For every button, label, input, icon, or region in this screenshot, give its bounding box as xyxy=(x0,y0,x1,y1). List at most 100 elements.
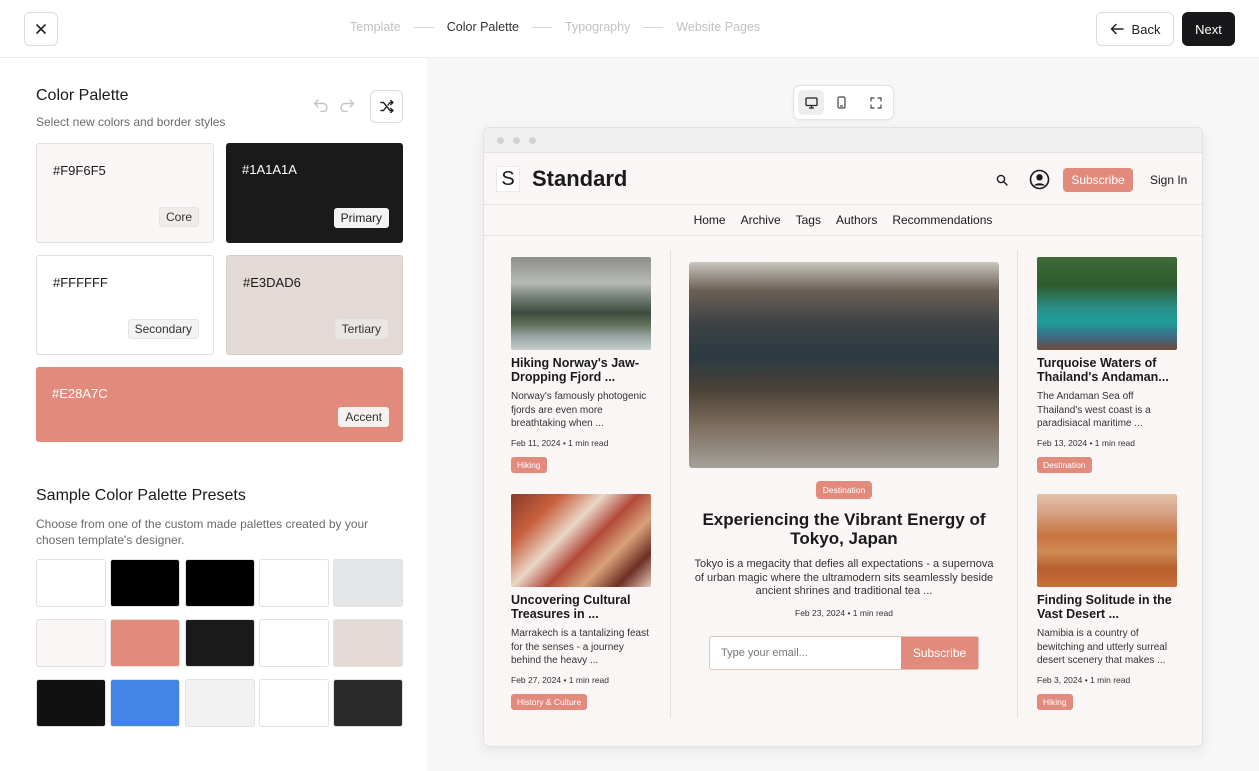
desktop-icon xyxy=(804,96,818,109)
site-signin-link[interactable]: Sign In xyxy=(1150,173,1187,187)
post-title: Turquoise Waters of Thailand's Andaman..… xyxy=(1037,357,1169,384)
column-divider xyxy=(670,250,671,718)
preset-swatch[interactable] xyxy=(258,679,329,727)
window-dot xyxy=(513,137,520,144)
shuffle-icon xyxy=(379,100,394,113)
step-connector xyxy=(413,26,434,28)
post-meta: Feb 11, 2024 • 1 min read xyxy=(511,438,609,448)
nav-archive[interactable]: Archive xyxy=(741,213,781,227)
preset-grid xyxy=(36,559,403,727)
close-button[interactable] xyxy=(24,12,58,46)
featured-meta: Feb 23, 2024 • 1 min read xyxy=(795,607,893,618)
swatch-core[interactable]: #F9F6F5 Core xyxy=(36,143,214,243)
post-card[interactable]: Uncovering Cultural Treasures in ... Mar… xyxy=(511,494,651,710)
preset-swatch[interactable] xyxy=(184,679,255,727)
panel-subtitle: Select new colors and border styles xyxy=(36,115,226,129)
preset-swatch[interactable] xyxy=(184,619,255,667)
nav-home[interactable]: Home xyxy=(694,213,726,227)
back-button-label: Back xyxy=(1131,21,1161,37)
back-button[interactable]: Back xyxy=(1096,12,1174,46)
preset-swatch[interactable] xyxy=(333,619,403,667)
presets-title: Sample Color Palette Presets xyxy=(36,487,246,504)
post-excerpt: The Andaman Sea off Thailand's west coas… xyxy=(1037,391,1151,429)
swatch-role-label: Primary xyxy=(333,208,389,228)
site-search-button[interactable] xyxy=(996,173,1008,191)
swatch-hex: #FFFFFF xyxy=(53,275,108,290)
arrow-left-icon xyxy=(1110,23,1124,35)
preset-swatch[interactable] xyxy=(333,679,403,727)
post-title: Uncovering Cultural Treasures in ... xyxy=(511,594,631,621)
nav-authors[interactable]: Authors xyxy=(836,213,877,227)
preset-swatch[interactable] xyxy=(36,559,106,607)
post-card[interactable]: Turquoise Waters of Thailand's Andaman..… xyxy=(1037,257,1177,473)
preset-swatch[interactable] xyxy=(184,559,255,607)
swatch-role-label: Tertiary xyxy=(334,319,388,339)
next-button[interactable]: Next xyxy=(1182,12,1235,46)
featured-title: Experiencing the Vibrant Energy of Tokyo… xyxy=(702,510,986,548)
post-tag[interactable]: Destination xyxy=(1037,457,1092,473)
featured-tag[interactable]: Destination xyxy=(816,481,872,499)
site-nav: Home Archive Tags Authors Recommendation… xyxy=(484,205,1202,236)
step-connector xyxy=(532,26,552,28)
redo-button[interactable] xyxy=(339,98,355,117)
step-typography[interactable]: Typography xyxy=(565,20,630,34)
next-button-label: Next xyxy=(1195,21,1222,37)
post-tag[interactable]: Hiking xyxy=(511,457,547,473)
preset-swatch[interactable] xyxy=(258,559,329,607)
post-meta: Feb 13, 2024 • 1 min read xyxy=(1037,438,1135,448)
post-card[interactable]: Finding Solitude in the Vast Desert ... … xyxy=(1037,494,1177,710)
swatch-tertiary[interactable]: #E3DAD6 Tertiary xyxy=(226,255,403,355)
site-header: S Standard Subscribe Sign In xyxy=(484,153,1202,205)
presets-subtitle: Choose from one of the custom made palet… xyxy=(36,517,369,547)
step-color-palette[interactable]: Color Palette xyxy=(447,20,519,34)
site-subscribe-button[interactable]: Subscribe xyxy=(1063,168,1133,192)
swatch-hex: #E3DAD6 xyxy=(243,275,301,290)
fullscreen-button[interactable] xyxy=(863,90,889,115)
site-name[interactable]: Standard xyxy=(532,166,627,192)
newsletter-email-input[interactable] xyxy=(710,637,901,669)
window-dot xyxy=(497,137,504,144)
swatch-hex: #F9F6F5 xyxy=(53,163,106,178)
close-icon xyxy=(36,24,46,34)
preset-swatch[interactable] xyxy=(258,619,329,667)
post-meta: Feb 27, 2024 • 1 min read xyxy=(511,675,609,685)
nav-recommendations[interactable]: Recommendations xyxy=(892,213,992,227)
site-account-button[interactable] xyxy=(1029,169,1050,195)
preset-swatch[interactable] xyxy=(333,559,403,607)
redo-icon xyxy=(340,99,355,113)
mobile-icon xyxy=(836,96,846,109)
step-connector xyxy=(643,26,664,28)
shuffle-button[interactable] xyxy=(370,90,403,123)
preset-swatch[interactable] xyxy=(110,679,181,727)
search-icon xyxy=(996,174,1008,186)
post-excerpt: Namibia is a country of bewitching and u… xyxy=(1037,628,1168,666)
desktop-view-button[interactable] xyxy=(798,90,824,115)
swatch-role-label: Accent xyxy=(338,407,389,427)
swatch-role-label: Secondary xyxy=(127,319,199,339)
nav-tags[interactable]: Tags xyxy=(796,213,821,227)
post-tag[interactable]: Hiking xyxy=(1037,694,1073,710)
post-card[interactable]: Hiking Norway's Jaw-Dropping Fjord ... N… xyxy=(511,257,651,473)
preset-swatch[interactable] xyxy=(36,619,106,667)
palette-panel: Color Palette Select new colors and bord… xyxy=(0,58,427,771)
swatch-hex: #E28A7C xyxy=(52,386,108,401)
post-thumbnail xyxy=(1037,257,1177,350)
preset-swatch[interactable] xyxy=(110,619,181,667)
device-toggle xyxy=(793,85,894,120)
newsletter-subscribe-button[interactable]: Subscribe xyxy=(901,637,978,669)
undo-button[interactable] xyxy=(313,98,329,117)
preset-swatch[interactable] xyxy=(110,559,181,607)
swatch-primary[interactable]: #1A1A1A Primary xyxy=(226,143,403,243)
step-template[interactable]: Template xyxy=(350,20,401,34)
featured-post[interactable]: Destination Experiencing the Vibrant Ene… xyxy=(689,262,999,618)
swatch-accent[interactable]: #E28A7C Accent xyxy=(36,367,403,442)
post-tag[interactable]: History & Culture xyxy=(511,694,588,710)
mobile-view-button[interactable] xyxy=(828,90,854,115)
wizard-steps: Template Color Palette Typography Websit… xyxy=(350,20,760,34)
step-website-pages[interactable]: Website Pages xyxy=(676,20,760,34)
site-logo[interactable]: S xyxy=(496,166,520,192)
swatch-secondary[interactable]: #FFFFFF Secondary xyxy=(36,255,214,355)
post-thumbnail xyxy=(1037,494,1177,587)
preview-area: S Standard Subscribe Sign In Home Archiv… xyxy=(427,58,1259,771)
preset-swatch[interactable] xyxy=(36,679,106,727)
